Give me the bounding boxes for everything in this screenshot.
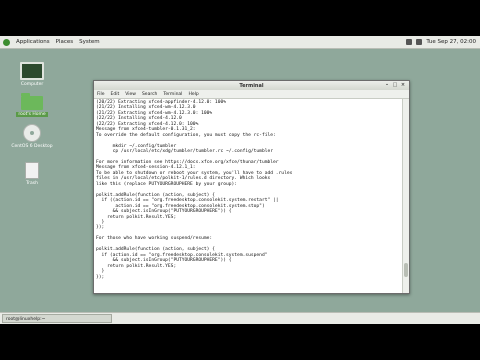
desktop-icon-home[interactable]: root's Home — [10, 93, 54, 117]
terminal-titlebar[interactable]: Terminal – □ × — [94, 81, 409, 90]
desktop-icon-disc[interactable]: CentOS 6 Desktop — [10, 124, 54, 149]
system-menu[interactable]: System — [79, 39, 100, 45]
panel-menu: Applications Places System — [3, 38, 106, 46]
terminal-output[interactable]: (20/22) Extracting xfce4-appfinder-4.12.… — [94, 99, 403, 293]
disc-icon — [23, 124, 41, 142]
maximize-icon[interactable]: □ — [392, 82, 398, 88]
terminal-window[interactable]: Terminal – □ × File Edit View Search Ter… — [93, 80, 410, 294]
applications-icon — [3, 38, 10, 46]
top-panel: Applications Places System Tue Sep 27, 0… — [0, 36, 480, 49]
desktop-icon-label: Trash — [26, 181, 38, 186]
network-icon[interactable] — [406, 39, 413, 45]
desktop-icon-label: root's Home — [16, 112, 48, 117]
volume-icon[interactable] — [416, 39, 423, 45]
bottom-panel: root@linuxhelp:~ — [0, 312, 480, 324]
minimize-icon[interactable]: – — [384, 82, 390, 88]
scrollbar[interactable] — [402, 99, 409, 293]
menu-terminal[interactable]: Terminal — [163, 92, 182, 97]
menu-view[interactable]: View — [125, 92, 136, 97]
places-menu[interactable]: Places — [56, 39, 74, 45]
system-tray: Tue Sep 27, 02:00 — [406, 36, 476, 48]
window-title: Terminal — [239, 82, 264, 89]
menu-help[interactable]: Help — [188, 92, 198, 97]
menu-file[interactable]: File — [97, 92, 105, 97]
close-icon[interactable]: × — [400, 82, 406, 88]
desktop-icon-trash[interactable]: Trash — [10, 162, 54, 186]
trash-icon — [25, 162, 39, 179]
folder-icon — [21, 93, 43, 110]
desktop-icon-computer[interactable]: Computer — [10, 62, 54, 87]
menu-search[interactable]: Search — [142, 92, 157, 97]
taskbar-terminal-item[interactable]: root@linuxhelp:~ — [2, 314, 112, 323]
desktop-icon-label: CentOS 6 Desktop — [11, 144, 53, 149]
applications-menu[interactable]: Applications — [16, 39, 50, 45]
desktop-icon-label: Computer — [20, 82, 44, 87]
terminal-menubar: File Edit View Search Terminal Help — [94, 90, 409, 99]
monitor-icon — [20, 62, 44, 80]
clock[interactable]: Tue Sep 27, 02:00 — [426, 39, 476, 45]
scrollbar-thumb[interactable] — [404, 263, 408, 277]
desktop: Applications Places System Tue Sep 27, 0… — [0, 36, 480, 324]
menu-edit[interactable]: Edit — [111, 92, 120, 97]
